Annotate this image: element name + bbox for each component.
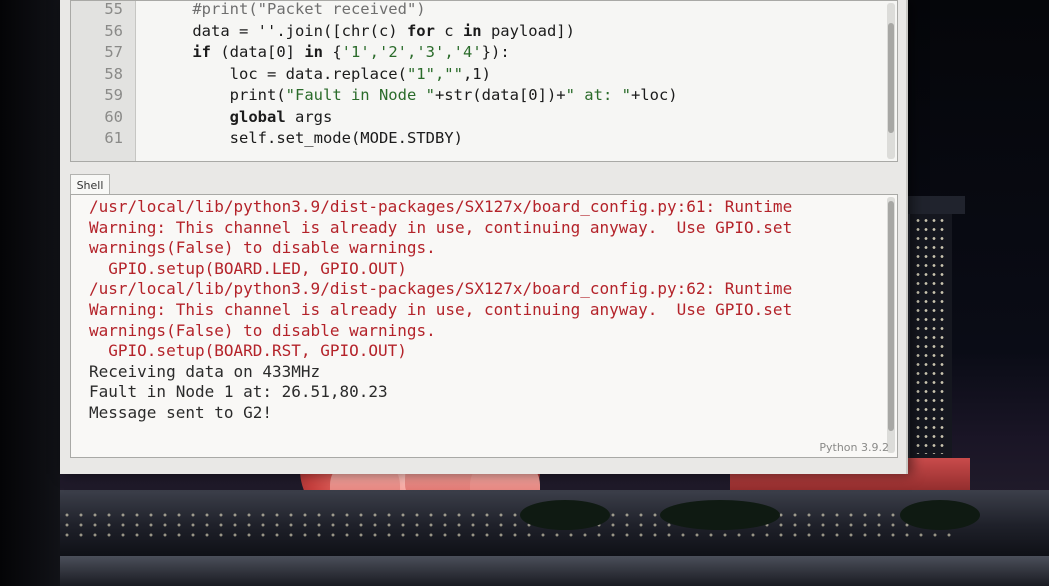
code-line[interactable]: 58 loc = data.replace("1","",1) — [71, 64, 897, 85]
code-token: data = ''.join([chr(c) — [192, 21, 407, 40]
tree-line — [660, 500, 780, 530]
line-number: 55 — [104, 0, 123, 18]
shell-output-line: Receiving data on 433MHz — [89, 361, 321, 381]
code-text: loc = data.replace("1","",1) — [155, 64, 491, 85]
code-token: global — [229, 107, 286, 126]
line-number: 61 — [104, 129, 123, 147]
code-token: if — [192, 43, 211, 61]
line-number: 60 — [104, 107, 123, 126]
code-token: +str(data[0])+ — [434, 86, 566, 104]
code-token: in — [462, 21, 482, 40]
shell-warning-line: Warning: This channel is already in use,… — [89, 217, 793, 237]
thonny-window: 55 #print("Packet received") 56 data = ''… — [60, 0, 908, 474]
shell-warning-line: GPIO.setup(BOARD.LED, GPIO.OUT) — [89, 258, 407, 278]
code-line[interactable]: 55 #print("Packet received") — [71, 0, 897, 20]
tab-shell[interactable]: Shell — [70, 174, 110, 195]
shell-warning-line: warnings(False) to disable warnings. — [89, 238, 436, 258]
code-token: payload]) — [481, 21, 575, 40]
code-token: #print("Packet received") — [192, 0, 426, 18]
code-token: "Fault in Node " — [285, 86, 435, 104]
tree-line — [520, 500, 610, 530]
code-token: +loc) — [630, 86, 678, 104]
code-line[interactable]: 60 global args — [71, 107, 897, 128]
code-token: for — [406, 21, 435, 40]
line-number: 57 — [104, 43, 123, 61]
code-line[interactable]: 56 data = ''.join([chr(c) for c in paylo… — [71, 21, 897, 42]
shell-warning-line: Warning: This channel is already in use,… — [89, 300, 793, 319]
screen-bezel — [0, 0, 60, 586]
shell-warning-line: /usr/local/lib/python3.9/dist-packages/S… — [89, 279, 793, 299]
code-token: args — [285, 107, 333, 126]
shell-scroll-thumb[interactable] — [888, 201, 894, 431]
shell-warning-line: GPIO.setup(BOARD.RST, GPIO.OUT) — [89, 341, 407, 361]
tree-line — [900, 500, 980, 530]
code-line[interactable]: 61 self.set_mode(MODE.STDBY) — [71, 128, 897, 149]
shell-warning-line: warnings(False) to disable warnings. — [89, 320, 436, 340]
code-token: "1","" — [406, 64, 463, 83]
code-token: }): — [481, 43, 510, 61]
city-lights — [60, 510, 960, 540]
code-line[interactable]: 59 print("Fault in Node "+str(data[0])+"… — [71, 85, 897, 106]
line-number: 56 — [104, 21, 123, 40]
code-token: in — [304, 43, 323, 61]
code-token: print( — [229, 86, 286, 104]
code-text: global args — [155, 107, 333, 128]
shell-warning-line: /usr/local/lib/python3.9/dist-packages/S… — [89, 197, 793, 216]
building-skypark — [905, 196, 965, 214]
code-text: data = ''.join([chr(c) for c in payload]… — [155, 21, 575, 42]
line-number: 59 — [104, 86, 123, 104]
building-tower — [908, 210, 952, 460]
code-text: print("Fault in Node "+str(data[0])+" at… — [155, 85, 678, 106]
code-token: loc = data.replace( — [229, 64, 407, 83]
code-text: self.set_mode(MODE.STDBY) — [155, 128, 463, 149]
code-editor[interactable]: 55 #print("Packet received") 56 data = ''… — [70, 0, 898, 162]
code-token: ,1) — [462, 64, 491, 83]
tab-shell-label: Shell — [76, 178, 104, 192]
code-line[interactable]: 57 if (data[0] in {'1','2','3','4'}): — [71, 42, 897, 63]
code-token: (data[0] — [211, 43, 305, 61]
code-text: #print("Packet received") — [155, 0, 426, 20]
shell-console[interactable]: Python 3.9.2 /usr/local/lib/python3.9/di… — [70, 194, 898, 458]
shell-output-line: Message sent to G2! — [89, 403, 273, 422]
code-token: '1','2','3','4' — [341, 43, 482, 61]
code-token: self.set_mode(MODE.STDBY) — [229, 129, 463, 147]
shell-scrollbar[interactable] — [887, 197, 895, 453]
line-number: 58 — [104, 64, 123, 83]
water-reflection — [60, 556, 1049, 586]
shell-output-line: Fault in Node 1 at: 26.51,80.23 — [89, 382, 388, 402]
code-text: if (data[0] in {'1','2','3','4'}): — [155, 42, 510, 63]
code-token: c — [434, 21, 463, 40]
code-token: " at: " — [565, 86, 631, 104]
python-version-label: Python 3.9.2 — [819, 441, 889, 454]
code-token: { — [323, 43, 342, 61]
